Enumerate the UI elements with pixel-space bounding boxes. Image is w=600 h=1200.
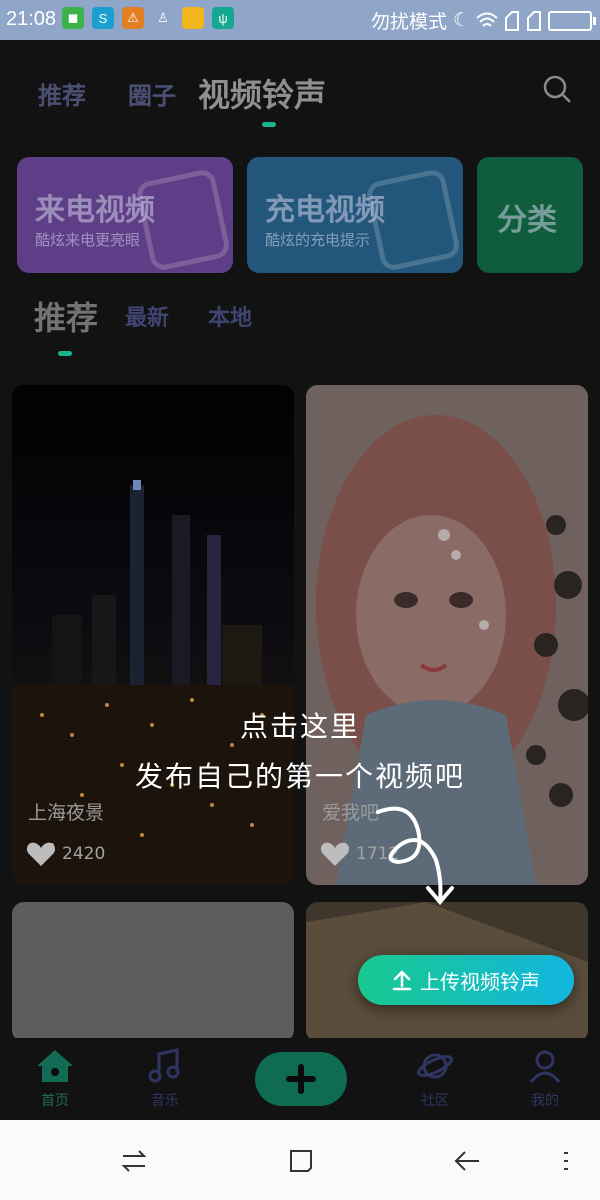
card-category[interactable]: 分类: [477, 157, 583, 273]
brush-icon: ♙: [157, 10, 169, 25]
video-title: 上海夜景: [28, 802, 105, 824]
heart-icon[interactable]: [26, 841, 56, 867]
like-number: 2420: [62, 844, 106, 864]
nav-label: 首页: [41, 1093, 69, 1109]
warning-icon: ⚠: [122, 7, 144, 29]
guide-line-2: 发布自己的第一个视频吧: [134, 760, 465, 793]
nav-label: 我的: [531, 1093, 559, 1109]
app-screen: 21:08 ◼ S ⚠ ♙ ψ 勿扰模式 ☾ 推荐 圈子 视频铃声 来电视频 酷…: [0, 0, 600, 1200]
video-card-shanghai-night[interactable]: 上海夜景 2420: [12, 385, 294, 885]
status-time: 21:08: [6, 8, 57, 30]
music-note-icon: [148, 1048, 180, 1083]
tab-video-ringtone[interactable]: 视频铃声: [198, 70, 326, 116]
card-title: 分类: [497, 203, 557, 238]
top-nav: 推荐 圈子 视频铃声: [0, 40, 600, 140]
nav-label: 音乐: [151, 1093, 179, 1109]
moon-icon: ☾: [452, 10, 470, 31]
card-incoming-call-video[interactable]: 来电视频 酷炫来电更亮眼: [17, 157, 233, 273]
back-arrow-icon[interactable]: [453, 1148, 481, 1174]
switch-apps-icon[interactable]: [120, 1148, 148, 1174]
status-right: 勿扰模式 ☾: [370, 7, 596, 34]
card-title: 来电视频: [35, 193, 155, 228]
tab-indicator: [262, 122, 276, 127]
tab-circle[interactable]: 圈子: [128, 76, 176, 111]
upload-label: 上传视频铃声: [420, 969, 540, 994]
home-icon: [37, 1050, 73, 1082]
plus-icon: [286, 1064, 316, 1094]
card-charging-video[interactable]: 充电视频 酷炫的充电提示: [247, 157, 463, 273]
signal-icon-2: [527, 10, 541, 31]
battery-icon: [548, 10, 596, 31]
guide-arrow-icon: [376, 806, 454, 906]
card-subtitle: 酷炫来电更亮眼: [35, 231, 141, 249]
menu-dots-icon[interactable]: [562, 1148, 570, 1174]
subtab-indicator: [58, 351, 72, 356]
subtab-latest[interactable]: 最新: [125, 300, 169, 332]
notification-icons: ◼ S ⚠ ♙ ψ: [62, 7, 234, 29]
upload-arrow-icon: [392, 970, 412, 991]
home-square-icon[interactable]: [288, 1148, 314, 1174]
create-plus-button[interactable]: [255, 1052, 347, 1106]
like-count: 2420: [26, 841, 105, 867]
bottom-nav: 首页 音乐 社区 我的: [0, 1038, 600, 1120]
status-bar: 21:08 ◼ S ⚠ ♙ ψ 勿扰模式 ☾: [0, 0, 600, 40]
user-icon: [529, 1050, 561, 1083]
heart-icon[interactable]: [320, 841, 350, 867]
search-icon[interactable]: [542, 74, 572, 104]
subtab-recommend[interactable]: 推荐: [34, 293, 98, 339]
guide-line-1: 点击这里: [239, 710, 360, 743]
nav-community[interactable]: 社区: [395, 1048, 475, 1110]
card-subtitle: 酷炫的充电提示: [265, 231, 371, 249]
dnd-mode-text: 勿扰模式: [370, 12, 447, 33]
card-title: 充电视频: [265, 193, 385, 228]
s-app-icon: S: [92, 7, 114, 29]
upload-video-ringtone-button[interactable]: 上传视频铃声: [358, 955, 574, 1005]
subtab-local[interactable]: 本地: [208, 300, 252, 332]
usb-icon: ψ: [212, 7, 234, 29]
tab-recommend[interactable]: 推荐: [38, 76, 86, 111]
signal-icon: [505, 10, 519, 31]
nav-home[interactable]: 首页: [15, 1048, 95, 1110]
system-nav-bar: [0, 1120, 600, 1200]
video-card-3[interactable]: [12, 902, 294, 1042]
nav-label: 社区: [421, 1093, 449, 1109]
folder-icon: [182, 7, 204, 29]
nav-music[interactable]: 音乐: [125, 1048, 205, 1110]
wifi-icon: [476, 12, 498, 27]
android-app-icon: ◼: [62, 7, 84, 29]
nav-mine[interactable]: 我的: [505, 1048, 585, 1110]
planet-icon: [416, 1053, 454, 1079]
